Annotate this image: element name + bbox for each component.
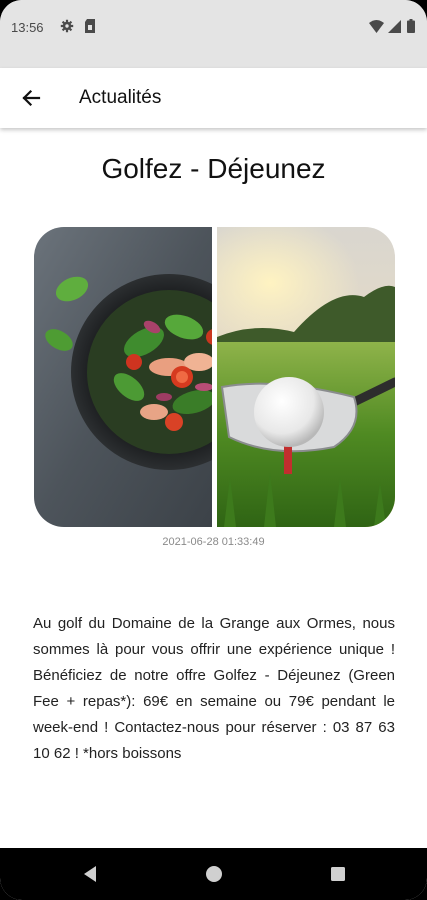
signal-icon: [388, 20, 401, 38]
article-timestamp: 2021-06-28 01:33:49: [162, 536, 265, 548]
home-circle-icon: [202, 866, 226, 890]
navigation-bar: [0, 848, 427, 900]
wifi-icon: [369, 20, 384, 38]
nav-home-button[interactable]: [202, 862, 226, 886]
article-title: Golfez - Déjeunez: [101, 153, 326, 184]
status-bar: 13:56: [0, 0, 427, 68]
recents-square-icon: [326, 867, 350, 890]
back-button[interactable]: [14, 80, 50, 116]
app-bar: Actualités: [0, 68, 427, 128]
nav-back-button[interactable]: [78, 862, 102, 886]
battery-icon: [407, 19, 415, 38]
article-image: [34, 227, 395, 527]
gear-icon: [60, 19, 74, 38]
arrow-left-icon: [21, 88, 41, 113]
back-triangle-icon: [78, 866, 102, 890]
status-time: 13:56: [11, 20, 44, 35]
article-body: Au golf du Domaine de la Grange aux Orme…: [33, 615, 395, 762]
sim-card-icon: [84, 19, 96, 38]
app-bar-title: Actualités: [79, 87, 162, 108]
phone-screen: 13:56 Actualités Golfez - Déjeunez 2021-…: [0, 0, 427, 900]
nav-recents-button[interactable]: [326, 862, 350, 886]
